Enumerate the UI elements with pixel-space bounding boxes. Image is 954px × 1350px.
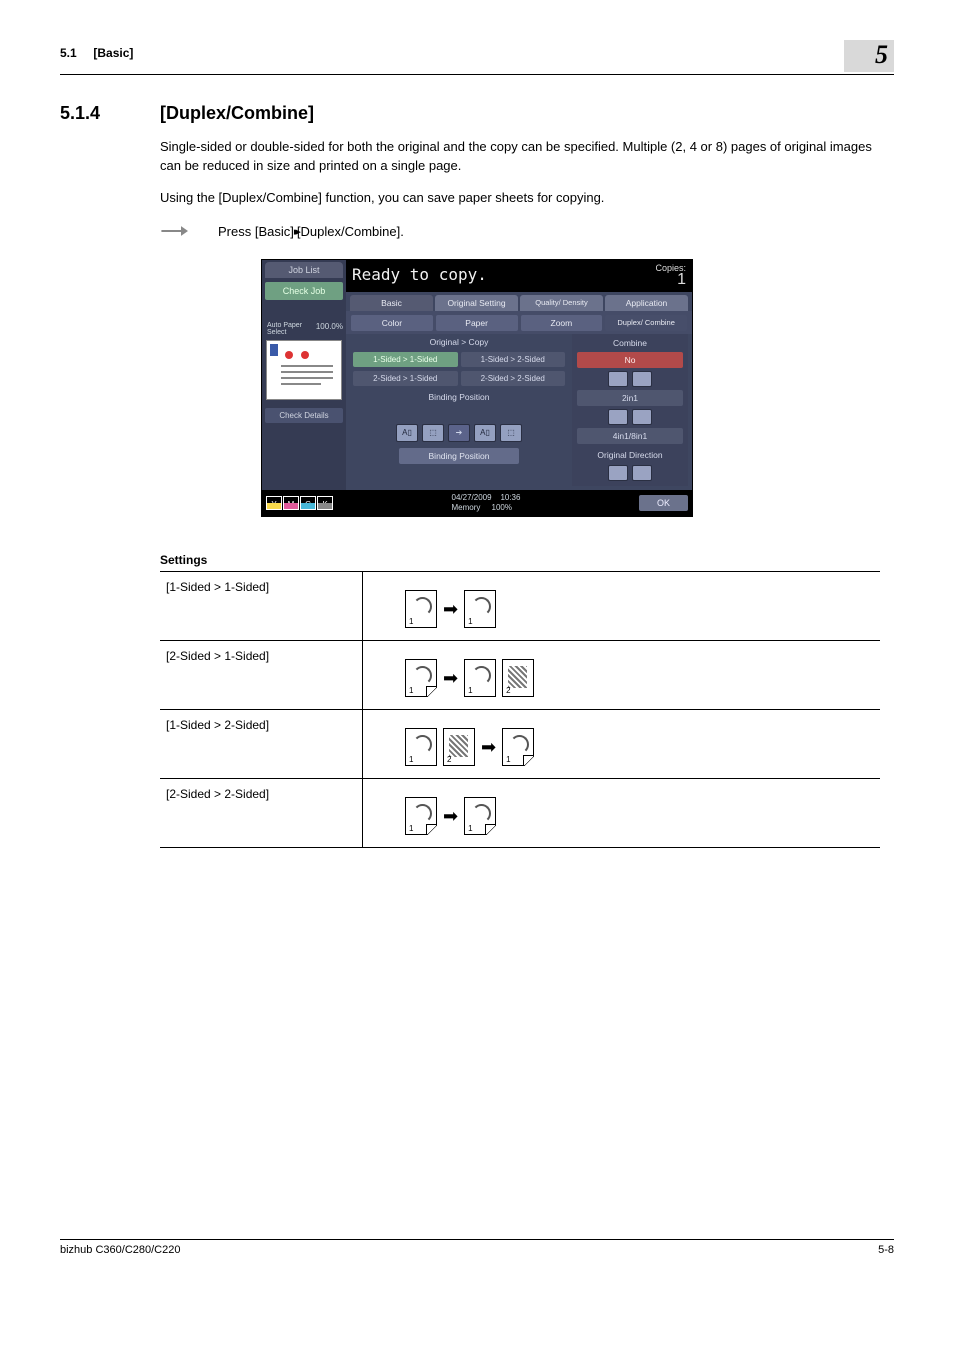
- bind-arrow-icon: ➔: [448, 424, 470, 442]
- subtab-color[interactable]: Color: [351, 315, 433, 331]
- header-left: 5.1 [Basic]: [60, 40, 133, 60]
- orig-dir-icon-b: [632, 465, 652, 481]
- header-section-num: 5.1: [60, 46, 77, 60]
- combine-icon-b: [632, 371, 652, 387]
- arrow-icon: ➡: [443, 669, 458, 687]
- combine-2in1-icons: [575, 371, 685, 387]
- orig-dir-icon-a: [608, 465, 628, 481]
- original-direction-header: Original Direction: [575, 448, 685, 462]
- job-list-tab[interactable]: Job List: [265, 262, 343, 278]
- bind-icon-4: ⬚: [500, 424, 522, 442]
- original-copy-header: Original > Copy: [350, 334, 568, 350]
- setting-icon-1s1s: 1 ➡ 1: [363, 571, 881, 640]
- chapter-number: 5: [875, 40, 888, 70]
- copies-display: Copies: 1: [655, 263, 686, 287]
- paragraph-1: Single-sided or double-sided for both th…: [160, 138, 894, 176]
- setting-label-1s1s: [1-Sided > 1-Sided]: [160, 571, 363, 640]
- subtab-zoom[interactable]: Zoom: [521, 315, 603, 331]
- memory-val: 100%: [492, 503, 512, 512]
- setting-icon-2s2s: 1 ➡ 1: [363, 778, 881, 847]
- tab-application[interactable]: Application: [605, 295, 688, 311]
- bind-icon-3: A▯: [474, 424, 496, 442]
- table-row: [2-Sided > 1-Sided] 1 ➡ 1 2: [160, 640, 880, 709]
- toner-levels: Y M C K: [266, 496, 333, 510]
- section-number: 5.1.4: [60, 103, 160, 124]
- combine-4in1-icons: [575, 409, 685, 425]
- page-footer: bizhub C360/C280/C220 5-8: [60, 1239, 894, 1256]
- opt-1s-2s[interactable]: 1-Sided > 2-Sided: [461, 352, 566, 367]
- arrow-icon: ➡: [443, 807, 458, 825]
- page-header: 5.1 [Basic] 5: [60, 40, 894, 75]
- opt-2s-1s[interactable]: 2-Sided > 1-Sided: [353, 371, 458, 386]
- setting-icon-2s1s: 1 ➡ 1 2: [363, 640, 881, 709]
- setting-label-2s1s: [2-Sided > 1-Sided]: [160, 640, 363, 709]
- status-ready-text: Ready to copy.: [352, 265, 487, 284]
- setting-label-2s2s: [2-Sided > 2-Sided]: [160, 778, 363, 847]
- settings-heading: Settings: [160, 553, 894, 567]
- setting-label-1s2s: [1-Sided > 2-Sided]: [160, 709, 363, 778]
- check-details-button[interactable]: Check Details: [265, 408, 343, 423]
- toner-y-icon: Y: [266, 496, 282, 510]
- binding-position-header: Binding Position: [350, 388, 568, 404]
- tab-original-setting[interactable]: Original Setting: [435, 295, 518, 311]
- paragraph-2: Using the [Duplex/Combine] function, you…: [160, 189, 894, 208]
- opt-1s-1s[interactable]: 1-Sided > 1-Sided: [353, 352, 458, 367]
- binding-position-button[interactable]: Binding Position: [399, 448, 519, 464]
- device-screenshot: Job List Check Job Auto Paper Select 100…: [261, 259, 693, 517]
- bind-icon-2: ⬚: [422, 424, 444, 442]
- binding-icons-row: A▯ ⬚ ➔ A▯ ⬚: [350, 418, 568, 445]
- check-job-button[interactable]: Check Job: [265, 282, 343, 300]
- table-row: [2-Sided > 2-Sided] 1 ➡ 1: [160, 778, 880, 847]
- toner-c-icon: C: [300, 496, 316, 510]
- combine-header: Combine: [575, 336, 685, 350]
- press-text-pre: Press [Basic]: [218, 224, 294, 239]
- time-text: 10:36: [500, 493, 520, 502]
- subtab-duplex-combine[interactable]: Duplex/ Combine: [605, 315, 687, 331]
- copies-number: 1: [655, 273, 686, 287]
- arrow-icon: ➡: [443, 600, 458, 618]
- combine-icon-a: [608, 371, 628, 387]
- arrow-right-icon: [160, 224, 188, 238]
- combine-icon-c: [608, 409, 628, 425]
- press-text-post: [Duplex/Combine].: [297, 224, 404, 239]
- footer-right: 5-8: [878, 1244, 894, 1256]
- press-instruction: Press [Basic] ▸▸ [Duplex/Combine].: [160, 224, 894, 239]
- combine-4in1-button[interactable]: 4in1/8in1: [577, 428, 683, 444]
- combine-2in1-button[interactable]: 2in1: [577, 390, 683, 406]
- toner-m-icon: M: [283, 496, 299, 510]
- toner-k-icon: K: [317, 496, 333, 510]
- auto-paper-label: Auto Paper Select 100.0%: [262, 318, 346, 338]
- tab-quality-density[interactable]: Quality/ Density: [520, 295, 603, 311]
- footer-left: bizhub C360/C280/C220: [60, 1244, 180, 1256]
- orig-direction-icons: [575, 465, 685, 481]
- setting-icon-1s2s: 1 2 ➡ 1: [363, 709, 881, 778]
- tab-basic[interactable]: Basic: [350, 295, 433, 311]
- subtab-paper[interactable]: Paper: [436, 315, 518, 331]
- combine-no-button[interactable]: No: [577, 352, 683, 368]
- settings-table: [1-Sided > 1-Sided] 1 ➡ 1 [2-Sided > 1-S…: [160, 571, 880, 848]
- combine-icon-d: [632, 409, 652, 425]
- ok-button[interactable]: OK: [639, 495, 688, 511]
- bind-icon-1: A▯: [396, 424, 418, 442]
- chapter-number-box: 5: [844, 40, 894, 72]
- memory-label: Memory: [452, 503, 481, 512]
- datetime-block: 04/27/2009 10:36 Memory 100%: [452, 493, 521, 513]
- header-section-label: [Basic]: [93, 46, 133, 60]
- arrow-icon: ➡: [481, 738, 496, 756]
- opt-2s-2s[interactable]: 2-Sided > 2-Sided: [461, 371, 566, 386]
- date-text: 04/27/2009: [452, 493, 492, 502]
- section-heading: 5.1.4 [Duplex/Combine]: [60, 103, 894, 124]
- section-title: [Duplex/Combine]: [160, 103, 314, 124]
- preview-thumbnail: [266, 340, 342, 400]
- table-row: [1-Sided > 2-Sided] 1 2 ➡ 1: [160, 709, 880, 778]
- table-row: [1-Sided > 1-Sided] 1 ➡ 1: [160, 571, 880, 640]
